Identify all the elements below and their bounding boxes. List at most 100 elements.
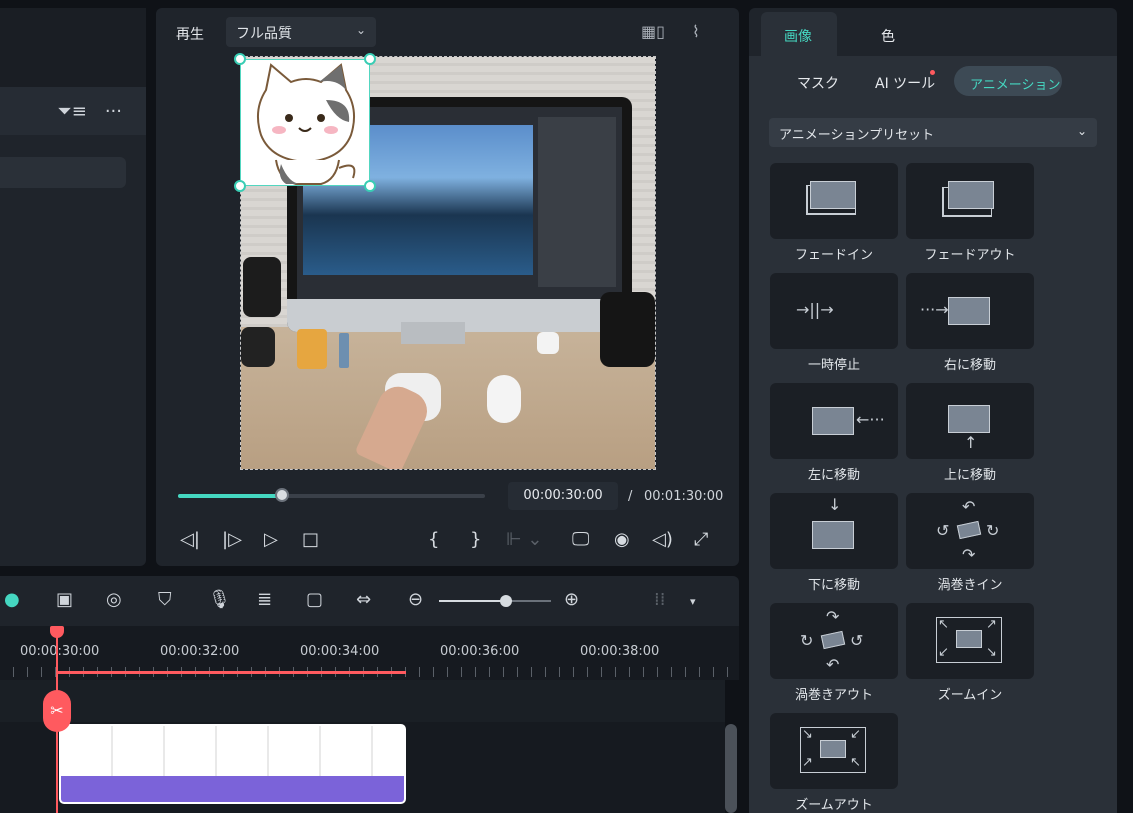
ruler-label: 00:00:36:00 xyxy=(440,644,520,659)
snapshot-icon[interactable]: ◉ xyxy=(614,529,630,550)
scrubber-knob[interactable] xyxy=(275,488,290,502)
cat-icon xyxy=(256,63,356,185)
arrow-ne: ↗ xyxy=(802,755,813,770)
preset-label: 下に移動 xyxy=(807,578,860,593)
add-camera-icon[interactable]: ▣ xyxy=(56,589,73,610)
move-right-rect xyxy=(948,297,990,325)
zoom-knob[interactable] xyxy=(500,595,513,607)
display-icon[interactable]: 🖵 xyxy=(572,529,589,550)
next-frame-icon[interactable]: |▷ xyxy=(222,529,242,550)
timeline-scrollbar[interactable] xyxy=(725,724,737,813)
zoom-out-icon[interactable]: ⊖ xyxy=(408,589,423,610)
more-options-icon[interactable]: ··· xyxy=(105,101,122,122)
resize-handle[interactable] xyxy=(364,180,376,192)
properties-tabs: 画像 色 xyxy=(749,8,1117,60)
preset-label: 渦巻きアウト xyxy=(794,688,873,703)
playback-scrubber[interactable] xyxy=(178,488,485,502)
zoom-in-icon xyxy=(956,630,982,648)
media-search-input[interactable] xyxy=(0,157,126,188)
mark-in-icon[interactable]: { xyxy=(428,529,439,550)
volume-icon[interactable]: ◁) xyxy=(652,529,673,550)
quality-dropdown[interactable]: フル品質 ⌄ xyxy=(226,17,376,47)
preset-move-left[interactable]: ←··· xyxy=(770,383,898,459)
timeline-zoom-slider[interactable] xyxy=(439,595,551,607)
move-up-rect xyxy=(948,405,990,433)
shield-icon[interactable]: ⛉ xyxy=(158,589,172,610)
player-header: 再生 フル品質 ⌄ ▦▯ ⌇ xyxy=(156,8,739,58)
media-toolbar: ⏷≡ ··· xyxy=(0,87,146,135)
speed-icon[interactable]: ◎ xyxy=(106,589,122,610)
empty-track[interactable] xyxy=(0,680,725,722)
current-time[interactable]: 00:00:30:00 xyxy=(508,482,618,510)
quality-value: フル品質 xyxy=(236,26,292,42)
play-icon[interactable]: ▷ xyxy=(264,529,278,550)
zoom-in-icon[interactable]: ⊕ xyxy=(564,589,579,610)
preset-label: 渦巻きイン xyxy=(937,578,1003,593)
stop-icon[interactable]: □ xyxy=(302,529,319,550)
waveform-icon[interactable]: ⌇ xyxy=(692,22,700,41)
subtab-animation[interactable]: アニメーション xyxy=(970,74,1060,93)
pause-icon: →||→ xyxy=(796,300,834,319)
preset-move-right[interactable]: ···→ xyxy=(906,273,1034,349)
fit-icon[interactable]: ⇔ xyxy=(356,589,371,610)
media-panel: ⏷≡ ··· xyxy=(0,8,146,566)
preset-zoom-out[interactable]: ↘ ↙ ↗ ↖ xyxy=(770,713,898,789)
resize-handle[interactable] xyxy=(234,180,246,192)
preset-swirl-out[interactable]: ↷ ↻ ↺ ↶ xyxy=(770,603,898,679)
swirl-arrow: ↷ xyxy=(826,607,840,626)
sticker-clip[interactable] xyxy=(59,724,406,804)
move-left-icon: ←··· xyxy=(856,410,885,429)
cat-sticker[interactable] xyxy=(240,59,370,186)
preset-swirl-in[interactable]: ↶ ↺ ↻ ↷ xyxy=(906,493,1034,569)
phone-object xyxy=(297,329,327,369)
subtab-mask[interactable]: マスク xyxy=(797,73,839,93)
swirl-arrow: ↻ xyxy=(986,521,1000,540)
clip-thumbnails xyxy=(61,726,404,778)
preset-move-up[interactable]: ↑ xyxy=(906,383,1034,459)
resize-handle[interactable] xyxy=(234,53,246,65)
chevron-down-icon: ⌄ xyxy=(1076,124,1087,138)
fade-out-icon xyxy=(948,181,994,209)
tab-color[interactable]: 色 xyxy=(881,26,895,46)
fullscreen-icon[interactable]: ⤢ xyxy=(694,529,708,550)
subtab-ai-tools[interactable]: AI ツール xyxy=(875,73,935,93)
zoom-fill xyxy=(439,600,507,602)
preset-zoom-in[interactable]: ↖ ↗ ↙ ↘ xyxy=(906,603,1034,679)
preview-render-icon[interactable]: ▢ xyxy=(306,589,323,610)
more-dropdown-icon[interactable]: ▾ xyxy=(690,595,696,608)
zoom-out-icon xyxy=(820,740,846,758)
music-list-icon[interactable]: ≣ xyxy=(257,589,272,610)
filter-icon[interactable]: ⏷≡ xyxy=(57,101,86,122)
microphone-icon[interactable]: 🎙 xyxy=(208,589,231,610)
ai-copilot-icon[interactable]: ● xyxy=(4,589,20,610)
preset-label: 右に移動 xyxy=(943,358,996,373)
arrow-se: ↘ xyxy=(802,727,813,742)
split-button[interactable]: ✂ xyxy=(43,690,71,732)
preset-fade-in[interactable] xyxy=(770,163,898,239)
timeline-ruler[interactable]: 00:00:30:00 00:00:32:00 00:00:34:00 00:0… xyxy=(0,626,739,680)
preset-label: フェードアウト xyxy=(924,248,1016,263)
tab-image[interactable]: 画像 xyxy=(784,26,812,46)
previous-frame-icon[interactable]: ◁| xyxy=(180,529,200,550)
preset-move-down[interactable]: ↓ xyxy=(770,493,898,569)
video-editor: ⏷≡ ··· 再生 フル品質 ⌄ ▦▯ ⌇ 00:00:30:00 / 00:0… xyxy=(0,0,1133,813)
preset-pause[interactable]: →||→ xyxy=(770,273,898,349)
arrow-nw: ↖ xyxy=(938,617,949,632)
marker-icon[interactable]: ⊩ ⌄ xyxy=(506,529,542,550)
preset-label: 一時停止 xyxy=(807,358,860,373)
lens-object xyxy=(243,257,281,317)
play-label: 再生 xyxy=(176,27,204,43)
sub-tabs: マスク AI ツール アニメーション xyxy=(749,56,1117,108)
swirl-arrow: ↶ xyxy=(962,497,976,516)
arrow-nw: ↖ xyxy=(850,755,861,770)
chevron-down-icon: ⌄ xyxy=(355,23,366,37)
grid-handle-icon[interactable]: ⁞⁞ xyxy=(654,589,665,610)
preset-fade-out[interactable] xyxy=(906,163,1034,239)
resize-handle[interactable] xyxy=(364,53,376,65)
grid-view-icon[interactable]: ▦▯ xyxy=(641,22,665,41)
animation-preset-dropdown[interactable]: アニメーションプリセット ⌄ xyxy=(769,118,1097,147)
preview-player: 再生 フル品質 ⌄ ▦▯ ⌇ 00:00:30:00 / 00:01:30:00… xyxy=(156,8,739,566)
earbuds-object xyxy=(537,332,559,354)
preset-label: 左に移動 xyxy=(807,468,860,483)
mark-out-icon[interactable]: } xyxy=(470,529,481,550)
